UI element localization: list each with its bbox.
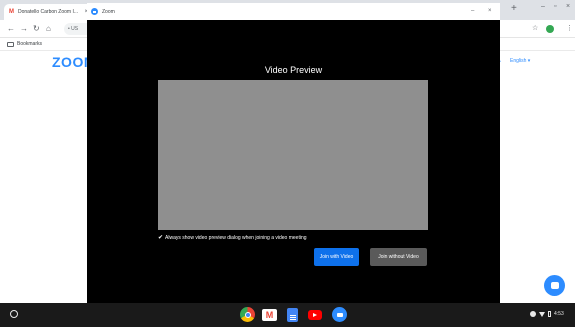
home-icon[interactable]: ⌂ [46,24,51,34]
zoom-window-title: Zoom [102,8,115,15]
zoom-close-button[interactable]: × [488,8,492,14]
extension-icon[interactable] [546,25,554,33]
browser-tab[interactable]: M Donatello Carbon Zoom I... × [4,4,92,20]
gmail-app-icon[interactable]: M [262,309,277,321]
video-preview-heading: Video Preview [264,65,323,75]
join-without-video-button[interactable]: Join without Video [370,248,427,266]
maximize-window-button[interactable]: ▫ [554,3,556,10]
always-show-preview-label: Always show video preview dialog when jo… [165,235,307,241]
join-with-video-button[interactable]: Join with Video [314,248,359,266]
close-window-button[interactable]: × [566,3,570,10]
forward-arrow-icon[interactable]: → [20,24,28,34]
reload-icon[interactable]: ↻ [33,24,40,34]
chrome-app-icon[interactable] [240,307,255,322]
tab-title: Donatello Carbon Zoom I... [18,9,79,15]
account-icon [530,311,536,317]
chat-bubble-icon [550,282,559,289]
status-tray[interactable]: 4:53 [530,311,564,317]
gmail-favicon-icon: M [9,9,14,15]
zoom-minimize-button[interactable]: – [471,8,474,14]
browser-menu-icon[interactable]: ⋮ [566,24,573,32]
zoom-window-titlebar: Zoom – × [87,3,500,20]
folder-icon [7,41,14,47]
minimize-window-button[interactable]: – [541,3,545,10]
youtube-app-icon[interactable] [308,310,322,320]
battery-icon [548,311,551,317]
checkmark-icon[interactable]: ✔ [158,235,163,241]
video-preview-area [158,80,428,230]
docs-app-icon[interactable] [287,308,298,322]
chat-help-button[interactable] [544,275,565,296]
back-arrow-icon[interactable]: ← [7,24,15,34]
always-show-preview-checkbox[interactable]: ✔ Always show video preview dialog when … [158,235,307,241]
launcher-icon[interactable] [10,310,18,318]
zoom-video-preview-window: Zoom – × Video Preview ✔ Always show vid… [87,3,500,306]
zoom-shelf-icon[interactable] [332,307,347,322]
bookmark-star-icon[interactable]: ☆ [532,24,538,32]
bookmarks-folder[interactable]: Bookmarks [17,41,42,47]
clock-time: 4:53 [554,311,564,317]
zoom-app-icon [91,8,98,15]
address-bar-text: US [71,26,79,32]
language-selector[interactable]: English ▾ [510,58,530,64]
chromeos-shelf: M 4:53 [0,303,575,327]
new-tab-button[interactable]: + [511,4,517,14]
wifi-icon [539,311,545,317]
